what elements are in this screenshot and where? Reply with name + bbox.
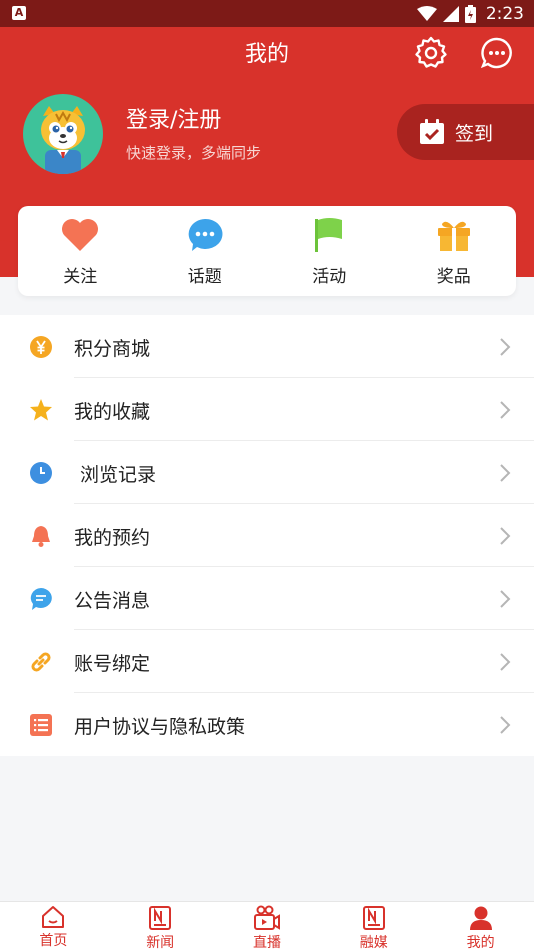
- quick-action-topic[interactable]: 话题: [143, 206, 268, 296]
- chevron-right-icon: [500, 464, 511, 482]
- checkin-label: 签到: [455, 122, 494, 145]
- settings-button[interactable]: [413, 35, 449, 71]
- quick-action-prize[interactable]: 奖品: [392, 206, 517, 296]
- tab-label: 首页: [39, 933, 68, 949]
- chevron-right-icon: [500, 401, 511, 419]
- tab-label: 直播: [252, 935, 281, 950]
- tab-media[interactable]: 融媒: [320, 902, 427, 950]
- signal-icon: [442, 5, 459, 22]
- menu-item-history[interactable]: 浏览记录: [0, 441, 534, 504]
- wifi-icon: [416, 5, 437, 21]
- system-icons: 2:23: [416, 3, 524, 24]
- quick-action-follow[interactable]: 关注: [18, 206, 143, 296]
- menu-item-label: 浏览记录: [80, 464, 157, 486]
- flag-icon: [310, 216, 348, 254]
- bottom-tab-bar: 首页 新闻 直播 融媒 我的: [0, 901, 534, 950]
- quick-action-label: 奖品: [436, 267, 471, 287]
- login-subtitle: 快速登录，多端同步: [126, 144, 262, 162]
- message-icon: [28, 586, 53, 611]
- menu-item-label: 我的预约: [74, 527, 151, 549]
- yen-coin-icon: [28, 334, 53, 359]
- menu-item-label: 公告消息: [74, 590, 151, 612]
- messages-button[interactable]: [479, 35, 515, 71]
- chevron-right-icon: [500, 527, 511, 545]
- tab-label: 融媒: [359, 935, 388, 950]
- quick-actions-card: 关注 话题 活动 奖品: [18, 206, 516, 296]
- tab-mine[interactable]: 我的: [427, 902, 534, 950]
- chevron-right-icon: [500, 653, 511, 671]
- menu-item-favorites[interactable]: 我的收藏: [0, 378, 534, 441]
- tiger-mascot-avatar: [41, 106, 85, 174]
- heart-icon: [61, 216, 99, 254]
- calendar-check-icon: [420, 119, 444, 144]
- star-icon: [28, 397, 53, 422]
- settings-menu: 积分商城 我的收藏 浏览记录 我的预约 公告消息 账号绑定 用户协议与隐私政策: [0, 315, 534, 756]
- menu-item-announcements[interactable]: 公告消息: [0, 567, 534, 630]
- menu-item-label: 用户协议与隐私政策: [74, 716, 246, 738]
- bell-icon: [28, 523, 53, 548]
- menu-item-points-mall[interactable]: 积分商城: [0, 315, 534, 378]
- quick-action-label: 活动: [312, 267, 347, 287]
- menu-item-label: 积分商城: [74, 338, 151, 360]
- notification-icon: A: [12, 6, 26, 20]
- chevron-right-icon: [500, 590, 511, 608]
- list-icon: [28, 712, 53, 737]
- clock-time: 2:23: [485, 3, 524, 24]
- menu-item-user-agreement[interactable]: 用户协议与隐私政策: [0, 693, 534, 756]
- clock-icon: [28, 460, 53, 485]
- tab-live[interactable]: 直播: [214, 902, 321, 950]
- tab-news[interactable]: 新闻: [107, 902, 214, 950]
- tab-label: 我的: [466, 935, 495, 950]
- battery-icon: [464, 4, 476, 23]
- menu-item-label: 账号绑定: [74, 653, 151, 675]
- page-title: 我的: [244, 42, 289, 67]
- media-icon: [360, 905, 388, 931]
- menu-item-reservations[interactable]: 我的预约: [0, 504, 534, 567]
- video-camera-icon: [253, 905, 281, 931]
- link-icon: [28, 649, 53, 674]
- quick-action-label: 话题: [187, 267, 222, 287]
- quick-action-activity[interactable]: 活动: [267, 206, 392, 296]
- quick-action-label: 关注: [63, 267, 98, 287]
- gift-icon: [435, 216, 473, 254]
- chat-dots-icon: [480, 37, 512, 69]
- home-icon: [39, 905, 67, 929]
- menu-item-account-binding[interactable]: 账号绑定: [0, 630, 534, 693]
- chevron-right-icon: [500, 338, 511, 356]
- gear-icon: [415, 36, 447, 68]
- checkin-button[interactable]: 签到: [397, 104, 534, 160]
- user-icon: [467, 905, 495, 931]
- chat-bubble-icon: [186, 216, 224, 254]
- tab-label: 新闻: [146, 935, 175, 950]
- menu-item-label: 我的收藏: [74, 401, 151, 423]
- chevron-right-icon: [500, 716, 511, 734]
- login-register-link[interactable]: 登录/注册: [126, 102, 221, 134]
- status-bar: A 2:23: [0, 0, 534, 27]
- news-icon: [146, 905, 174, 931]
- avatar[interactable]: [23, 94, 103, 174]
- tab-home[interactable]: 首页: [0, 902, 107, 950]
